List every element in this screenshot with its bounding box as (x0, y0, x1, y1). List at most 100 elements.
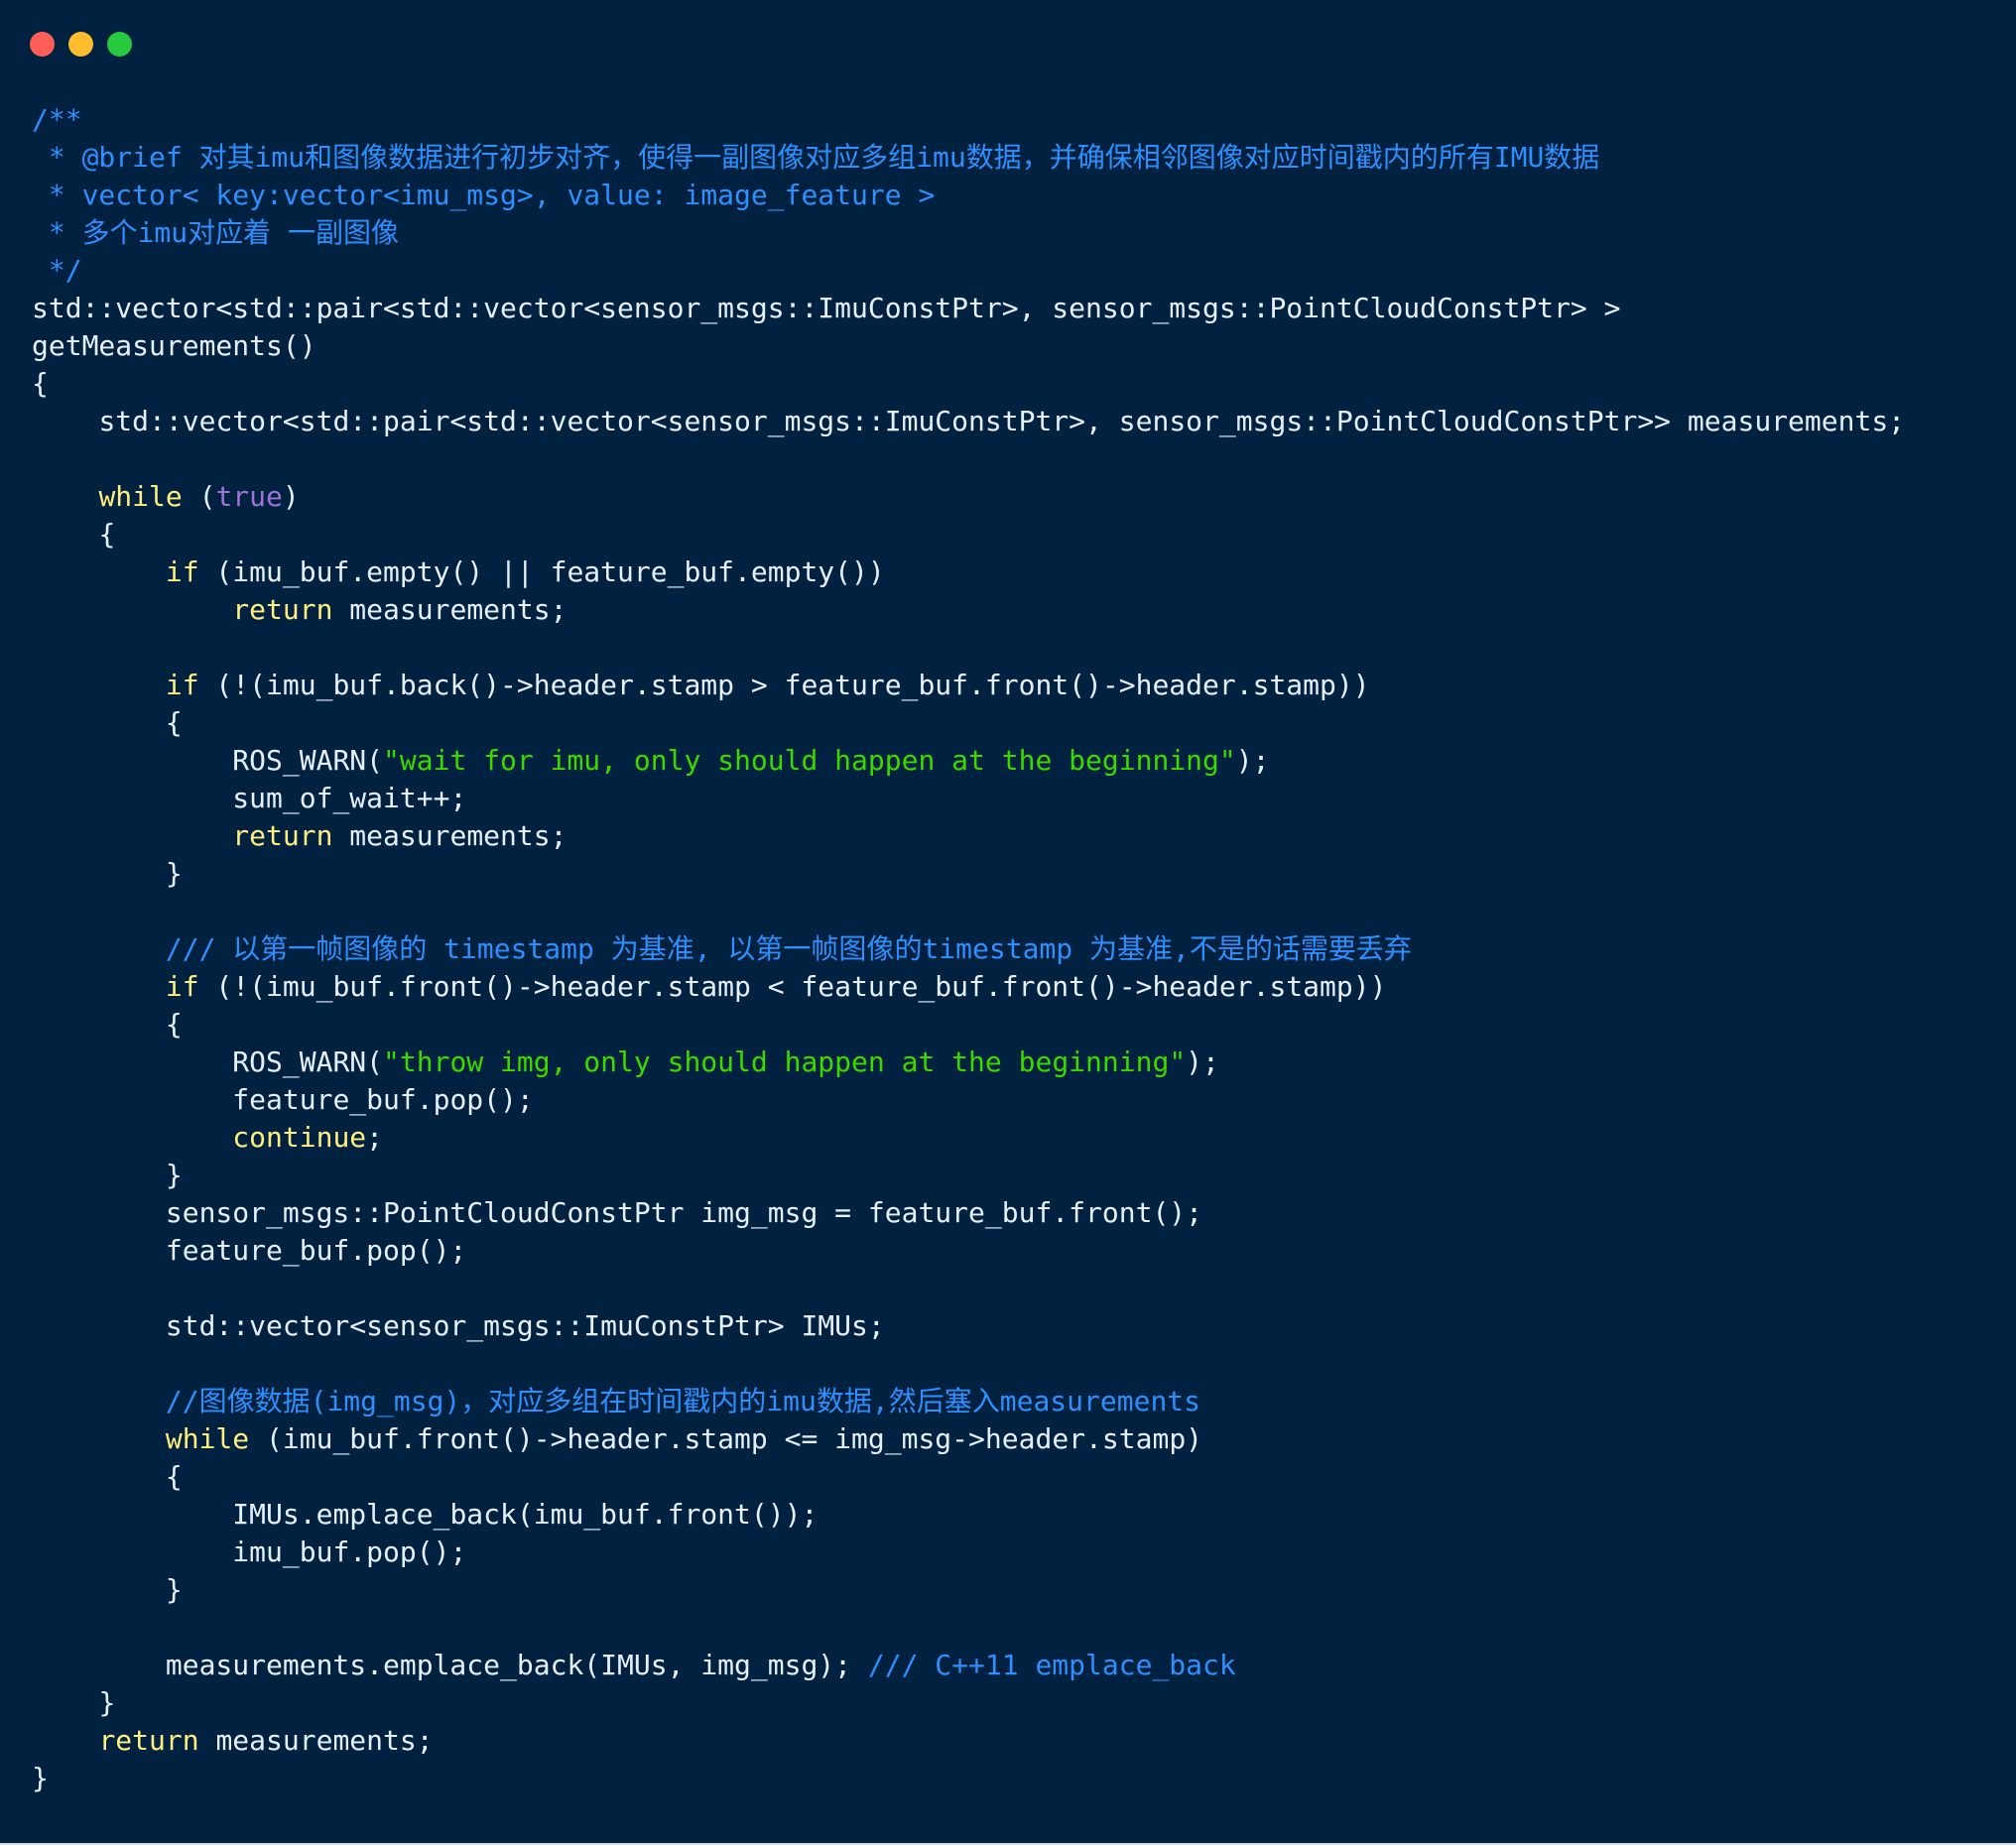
code-literal: true (215, 480, 283, 513)
code-text: ); (1235, 744, 1270, 777)
code-line: //图像数据(img_msg)，对应多组在时间戳内的imu数据,然后塞入meas… (32, 1383, 1996, 1420)
code-text: std::vector<std::pair<std::vector<sensor… (98, 405, 1906, 437)
code-line: /// 以第一帧图像的 timestamp 为基准, 以第一帧图像的timest… (32, 930, 1996, 968)
code-line: sum_of_wait++; (32, 780, 1996, 817)
code-line: measurements.emplace_back(IMUs, img_msg)… (32, 1647, 1996, 1684)
code-comment: /// C++11 emplace_back (867, 1649, 1236, 1681)
code-line: } (32, 1571, 1996, 1609)
code-text: measurements.emplace_back(IMUs, img_msg)… (165, 1649, 868, 1681)
code-line: { (32, 1006, 1996, 1044)
code-keyword: while (98, 480, 183, 513)
code-text: measurements; (332, 593, 567, 626)
code-text: measurements; (332, 819, 567, 852)
code-text: { (165, 1460, 183, 1493)
code-comment: * vector< key:vector<imu_msg>, value: im… (32, 179, 936, 211)
code-line: * @brief 对其imu和图像数据进行初步对齐，使得一副图像对应多组imu数… (32, 139, 1996, 177)
code-line: std::vector<std::pair<std::vector<sensor… (32, 403, 1996, 440)
code-line: getMeasurements() (32, 327, 1996, 365)
code-keyword: while (165, 1422, 250, 1455)
code-line: IMUs.emplace_back(imu_buf.front()); (32, 1496, 1996, 1534)
code-keyword: continue (232, 1121, 367, 1154)
close-button[interactable] (30, 32, 55, 57)
code-line: * 多个imu对应着 一副图像 (32, 214, 1996, 252)
code-keyword: return (232, 593, 333, 626)
code-text: } (98, 1686, 116, 1719)
code-window: /** * @brief 对其imu和图像数据进行初步对齐，使得一副图像对应多组… (0, 0, 2016, 1845)
code-line: while (imu_buf.front()->header.stamp <= … (32, 1420, 1996, 1458)
code-line: continue; (32, 1119, 1996, 1157)
code-line: * vector< key:vector<imu_msg>, value: im… (32, 177, 1996, 214)
code-keyword: return (232, 819, 333, 852)
code-text: measurements; (198, 1724, 434, 1757)
code-line: */ (32, 252, 1996, 290)
code-line: { (32, 516, 1996, 554)
code-text: ); (1186, 1046, 1219, 1078)
code-line: } (32, 1684, 1996, 1722)
code-line: } (32, 1157, 1996, 1194)
code-text: } (165, 857, 183, 890)
code-line: std::vector<std::pair<std::vector<sensor… (32, 290, 1996, 327)
code-keyword: if (165, 555, 199, 588)
code-keyword: return (98, 1724, 199, 1757)
code-text: feature_buf.pop(); (165, 1234, 467, 1267)
code-line: sensor_msgs::PointCloudConstPtr img_msg … (32, 1194, 1996, 1232)
code-text: (imu_buf.front()->header.stamp <= img_ms… (249, 1422, 1203, 1455)
code-line: } (32, 855, 1996, 893)
code-line: ROS_WARN("wait for imu, only should happ… (32, 742, 1996, 780)
code-string: "wait for imu, only should happen at the… (383, 744, 1236, 777)
code-line: } (32, 1760, 1996, 1797)
code-text: IMUs.emplace_back(imu_buf.front()); (232, 1498, 819, 1531)
code-line: { (32, 1458, 1996, 1496)
code-text: std::vector<std::pair<std::vector<sensor… (32, 292, 1621, 324)
code-text: getMeasurements() (32, 329, 316, 362)
code-text: } (32, 1762, 49, 1794)
code-comment: */ (32, 254, 82, 287)
code-comment: /// 以第一帧图像的 timestamp 为基准, 以第一帧图像的timest… (165, 932, 1412, 965)
code-text: sensor_msgs::PointCloudConstPtr img_msg … (165, 1196, 1203, 1229)
code-text: ; (366, 1121, 384, 1154)
code-text: ROS_WARN( (232, 1046, 384, 1078)
code-text: (imu_buf.empty() || feature_buf.empty()) (198, 555, 885, 588)
code-line: return measurements; (32, 591, 1996, 629)
code-line: feature_buf.pop(); (32, 1232, 1996, 1270)
code-line: return measurements; (32, 1722, 1996, 1760)
code-line: ROS_WARN("throw img, only should happen … (32, 1044, 1996, 1081)
code-text: } (165, 1159, 183, 1191)
code-text: ( (182, 480, 216, 513)
code-text: } (165, 1573, 183, 1606)
code-keyword: if (165, 669, 199, 701)
code-line: while (true) (32, 478, 1996, 516)
code-keyword: if (165, 970, 199, 1003)
code-line: if (imu_buf.empty() || feature_buf.empty… (32, 554, 1996, 591)
zoom-button[interactable] (107, 32, 132, 57)
code-text: imu_buf.pop(); (232, 1536, 467, 1568)
code-text: ) (282, 480, 300, 513)
code-line: return measurements; (32, 817, 1996, 855)
code-text: sum_of_wait++; (232, 782, 467, 814)
code-comment: //图像数据(img_msg)，对应多组在时间戳内的imu数据,然后塞入meas… (165, 1385, 1201, 1417)
code-line: feature_buf.pop(); (32, 1081, 1996, 1119)
code-text: { (32, 367, 49, 400)
code-line: std::vector<sensor_msgs::ImuConstPtr> IM… (32, 1307, 1996, 1345)
code-line: if (!(imu_buf.front()->header.stamp < fe… (32, 968, 1996, 1006)
code-text: { (98, 518, 116, 551)
code-comment: /** (32, 103, 82, 136)
code-string: "throw img, only should happen at the be… (383, 1046, 1187, 1078)
code-comment: * @brief 对其imu和图像数据进行初步对齐，使得一副图像对应多组imu数… (32, 141, 1600, 174)
code-block: /** * @brief 对其imu和图像数据进行初步对齐，使得一副图像对应多组… (32, 101, 1996, 1797)
code-line: { (32, 365, 1996, 403)
code-text: ROS_WARN( (232, 744, 384, 777)
code-comment: * 多个imu对应着 一副图像 (32, 216, 400, 249)
minimize-button[interactable] (68, 32, 93, 57)
code-text: (!(imu_buf.back()->header.stamp > featur… (198, 669, 1370, 701)
code-text: { (165, 1008, 183, 1041)
code-line: /** (32, 101, 1996, 139)
code-text: std::vector<sensor_msgs::ImuConstPtr> IM… (165, 1309, 885, 1342)
code-line: if (!(imu_buf.back()->header.stamp > fea… (32, 667, 1996, 704)
code-text: feature_buf.pop(); (232, 1083, 534, 1116)
